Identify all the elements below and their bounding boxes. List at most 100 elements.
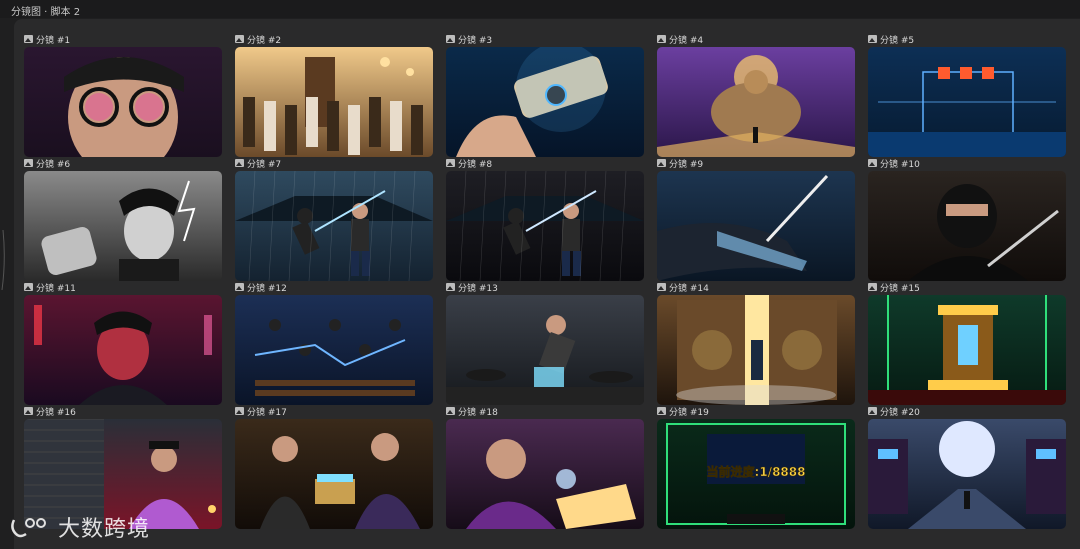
frame-label-text: 分镜 #15 — [880, 283, 920, 294]
storyboard-frame[interactable]: 分镜 #1 — [24, 33, 222, 157]
frame-thumbnail[interactable] — [24, 171, 222, 281]
frame-label: 分镜 #15 — [868, 281, 920, 294]
storyboard-frame[interactable]: 分镜 #3 — [446, 33, 644, 157]
storyboard-frame[interactable]: 分镜 #2 — [235, 33, 433, 157]
storyboard-frame[interactable]: 分镜 #15 — [868, 281, 1066, 405]
frame-label: 分镜 #9 — [657, 157, 703, 170]
storyboard-frame[interactable]: 分镜 #6 — [24, 157, 222, 281]
frame-label: 分镜 #6 — [24, 157, 71, 170]
image-icon — [868, 407, 877, 415]
image-icon — [446, 159, 455, 167]
image-icon — [446, 35, 455, 43]
frame-image — [235, 47, 433, 157]
progress-overlay-text: 当前进度:1/8888 — [707, 464, 806, 479]
frame-image — [235, 419, 433, 529]
frame-thumbnail[interactable] — [24, 47, 222, 157]
storyboard-frame[interactable]: 分镜 #11 — [24, 281, 222, 405]
frame-thumbnail[interactable] — [446, 47, 644, 157]
storyboard-frame[interactable]: 分镜 #19 当前进度:1/8888 — [657, 405, 855, 529]
frame-thumbnail[interactable] — [235, 295, 433, 405]
frame-image — [868, 295, 1066, 405]
frame-label-text: 分镜 #2 — [247, 35, 282, 46]
frame-label: 分镜 #13 — [446, 281, 498, 294]
frame-thumbnail[interactable] — [235, 419, 433, 529]
frame-label: 分镜 #14 — [657, 281, 709, 294]
image-icon — [657, 407, 666, 415]
frame-label: 分镜 #2 — [235, 33, 282, 46]
frame-label-text: 分镜 #6 — [36, 159, 71, 170]
storyboard-frame[interactable]: 分镜 #10 — [868, 157, 1066, 281]
frame-image — [235, 171, 433, 281]
image-icon — [24, 35, 33, 43]
frame-label: 分镜 #20 — [868, 405, 920, 418]
frame-image — [657, 47, 855, 157]
storyboard-frame[interactable]: 分镜 #18 — [446, 405, 644, 529]
frame-thumbnail[interactable] — [868, 419, 1066, 529]
frame-image — [446, 419, 644, 529]
frame-label-text: 分镜 #5 — [880, 35, 915, 46]
frame-image — [868, 47, 1066, 157]
frame-label-text: 分镜 #19 — [669, 407, 709, 418]
frame-label: 分镜 #1 — [24, 33, 71, 46]
frame-image — [657, 295, 855, 405]
frame-thumbnail[interactable] — [446, 295, 644, 405]
frame-thumbnail[interactable] — [868, 295, 1066, 405]
frame-label-text: 分镜 #11 — [36, 283, 76, 294]
frame-label: 分镜 #7 — [235, 157, 282, 170]
frame-image — [446, 171, 644, 281]
watermark-logo-icon — [11, 518, 46, 538]
left-edge-curve — [1, 230, 5, 290]
frame-label-text: 分镜 #12 — [247, 283, 287, 294]
image-icon — [24, 407, 33, 415]
image-icon — [868, 159, 877, 167]
storyboard-frame[interactable]: 分镜 #7 — [235, 157, 433, 281]
watermark-text: 大数跨境 — [58, 517, 151, 542]
image-icon — [657, 35, 666, 43]
storyboard-frame[interactable]: 分镜 #9 — [657, 157, 855, 281]
frame-image — [24, 171, 222, 281]
storyboard-frame[interactable]: 分镜 #8 — [446, 157, 644, 281]
storyboard-frame[interactable]: 分镜 #4 — [657, 33, 855, 157]
frame-thumbnail[interactable] — [657, 171, 855, 281]
board-title: 分镜图 · 脚本 2 — [11, 7, 81, 18]
frame-label: 分镜 #19 — [657, 405, 709, 418]
watermark: 大数跨境 — [8, 512, 150, 542]
frame-label: 分镜 #11 — [24, 281, 76, 294]
frame-label-text: 分镜 #7 — [247, 159, 282, 170]
frame-thumbnail[interactable] — [235, 171, 433, 281]
frame-thumbnail[interactable] — [446, 171, 644, 281]
frame-image — [446, 47, 644, 157]
frame-label: 分镜 #4 — [657, 33, 703, 46]
frame-label-text: 分镜 #8 — [458, 159, 493, 170]
frame-label-text: 分镜 #18 — [458, 407, 498, 418]
frame-label-text: 分镜 #1 — [36, 35, 71, 46]
frame-image — [24, 47, 222, 157]
frame-label: 分镜 #17 — [235, 405, 287, 418]
frame-image — [868, 171, 1066, 281]
top-bar: 分镜图 · 脚本 2 — [0, 0, 1080, 18]
storyboard-frame[interactable]: 分镜 #17 — [235, 405, 433, 529]
frame-label: 分镜 #10 — [868, 157, 920, 170]
frame-image: 当前进度:1/8888 — [657, 419, 855, 529]
frame-thumbnail[interactable] — [24, 295, 222, 405]
frame-thumbnail[interactable] — [657, 47, 855, 157]
frame-label: 分镜 #8 — [446, 157, 493, 170]
storyboard-frame[interactable]: 分镜 #13 — [446, 281, 644, 405]
frame-thumbnail[interactable] — [657, 295, 855, 405]
storyboard-frame[interactable]: 分镜 #12 — [235, 281, 433, 405]
image-icon — [235, 407, 244, 415]
frame-label-text: 分镜 #13 — [458, 283, 498, 294]
storyboard-frame[interactable]: 分镜 #14 — [657, 281, 855, 405]
frame-thumbnail[interactable] — [868, 47, 1066, 157]
frame-label-text: 分镜 #3 — [458, 35, 493, 46]
frame-label: 分镜 #12 — [235, 281, 287, 294]
frame-thumbnail[interactable] — [235, 47, 433, 157]
frame-label-text: 分镜 #16 — [36, 407, 76, 418]
frame-thumbnail[interactable] — [446, 419, 644, 529]
frame-image — [868, 419, 1066, 529]
frame-label: 分镜 #5 — [868, 33, 915, 46]
frame-thumbnail[interactable]: 当前进度:1/8888 — [657, 419, 855, 529]
storyboard-frame[interactable]: 分镜 #20 — [868, 405, 1066, 529]
frame-thumbnail[interactable] — [868, 171, 1066, 281]
storyboard-frame[interactable]: 分镜 #5 — [868, 33, 1066, 157]
